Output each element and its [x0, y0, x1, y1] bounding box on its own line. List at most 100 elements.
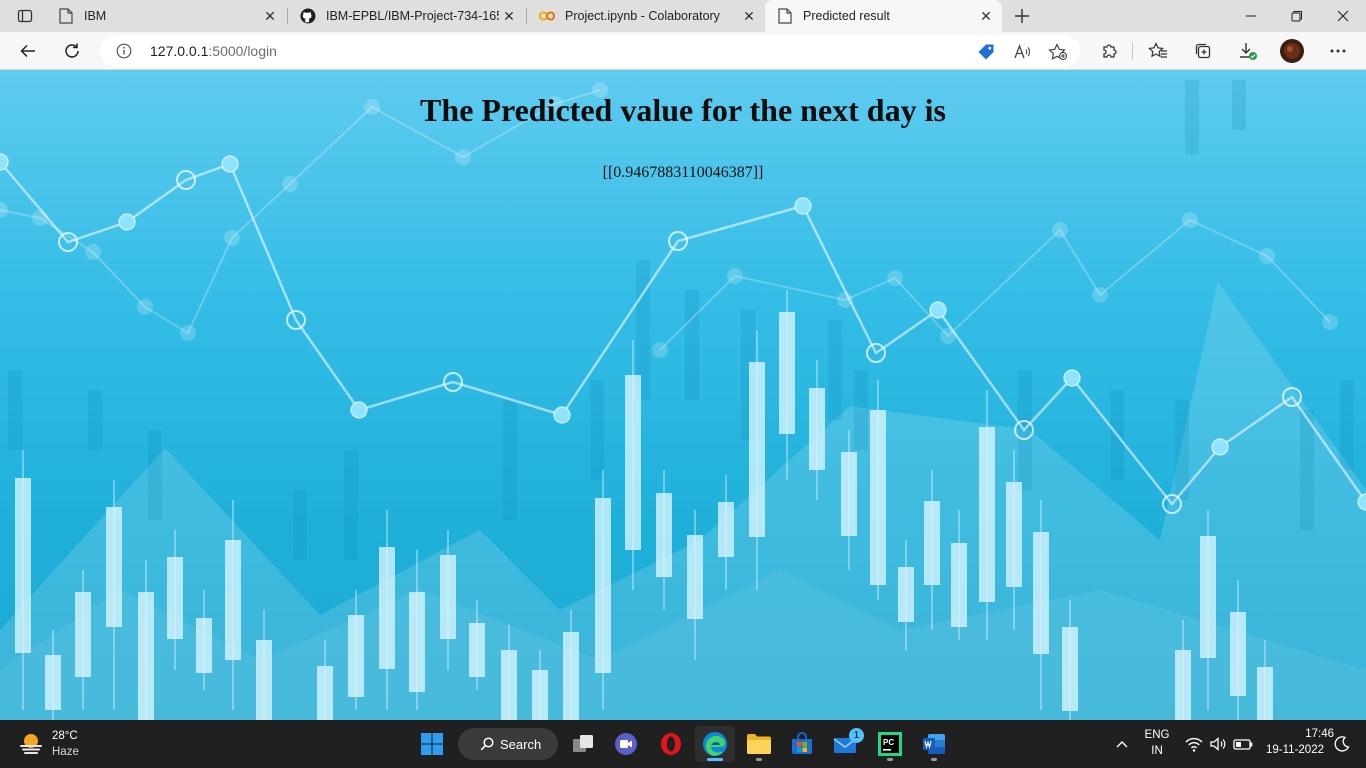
background-candle	[293, 490, 307, 560]
address-bar[interactable]: 127.0.0.1:5000/login	[100, 35, 1080, 67]
background-candle	[685, 290, 699, 400]
line-node	[1259, 248, 1275, 264]
show-hidden-icons-chevron[interactable]	[1112, 734, 1132, 754]
tab-colab[interactable]: Project.ipynb - Colaboratory ✕	[527, 0, 765, 32]
background-candle	[8, 370, 22, 450]
clock-time[interactable]: 17:46	[1262, 728, 1334, 740]
line-node	[1182, 212, 1198, 228]
background-line-chart	[0, 82, 1366, 514]
background-candle	[503, 400, 517, 520]
extensions-icon[interactable]	[1094, 36, 1124, 66]
add-favorite-icon[interactable]	[1047, 41, 1069, 63]
task-view-icon	[573, 735, 593, 752]
taskbar-word[interactable]	[914, 726, 954, 762]
line-node	[887, 270, 903, 286]
tab-title: Predicted result	[803, 9, 890, 23]
line-node	[137, 299, 153, 315]
favorites-icon[interactable]	[1143, 36, 1173, 66]
navigation-bar: 127.0.0.1:5000/login	[0, 32, 1366, 70]
site-info-icon[interactable]	[116, 43, 132, 59]
line-node	[224, 230, 240, 246]
weather-widget[interactable]: 28°C Haze	[18, 728, 128, 760]
page-icon	[777, 8, 793, 24]
tab-ibm[interactable]: IBM ✕	[46, 0, 286, 32]
line-node	[455, 149, 471, 165]
taskbar-store[interactable]	[782, 726, 822, 762]
taskbar-search[interactable]: Search	[458, 728, 558, 760]
url-text: 127.0.0.1:5000/login	[150, 43, 277, 59]
language-region[interactable]: IN	[1138, 745, 1176, 757]
page-title: The Predicted value for the next day is	[420, 92, 946, 128]
taskbar-edge[interactable]	[695, 726, 735, 762]
background-candle	[344, 450, 358, 560]
line-node	[837, 292, 853, 308]
sun-haze-icon	[20, 734, 42, 754]
store-icon	[792, 732, 812, 754]
new-tab-button[interactable]	[1007, 4, 1037, 28]
profile-avatar[interactable]	[1277, 36, 1307, 66]
candlestick	[870, 380, 886, 600]
line-node	[350, 401, 368, 419]
start-button[interactable]	[412, 726, 452, 762]
battery-icon[interactable]	[1232, 734, 1254, 754]
toolbar-divider	[1132, 42, 1133, 60]
downloads-icon[interactable]	[1233, 36, 1263, 66]
weather-condition: Haze	[52, 746, 79, 758]
svg-text:PC: PC	[883, 738, 894, 747]
tab-close-icon[interactable]: ✕	[976, 6, 996, 26]
tab-close-icon[interactable]: ✕	[499, 6, 519, 26]
background-candle	[854, 370, 868, 450]
taskbar-opera[interactable]	[651, 726, 691, 762]
taskbar-mail[interactable]: 1	[826, 726, 866, 762]
line-node	[1211, 438, 1229, 456]
pycharm-icon: PC	[878, 732, 902, 756]
taskbar-meet-app[interactable]	[606, 726, 646, 762]
candlestick	[779, 290, 795, 480]
url-host: 127.0.0.1	[150, 43, 209, 59]
refresh-button[interactable]	[57, 36, 87, 66]
tab-predicted-result[interactable]: Predicted result ✕	[765, 0, 1002, 32]
taskbar-pycharm[interactable]: PC	[870, 726, 910, 762]
search-label: Search	[500, 736, 542, 752]
line-node	[32, 210, 48, 226]
language-code[interactable]: ENG	[1138, 729, 1176, 741]
running-indicator	[887, 758, 893, 761]
background-candle	[148, 430, 162, 520]
windows-logo-icon	[421, 733, 443, 755]
opera-icon	[661, 733, 681, 755]
tab-title: IBM-EPBL/IBM-Project-734-1658	[326, 9, 499, 23]
page-icon	[58, 8, 74, 24]
line-node	[794, 197, 812, 215]
restore-button[interactable]	[1274, 0, 1320, 32]
candlestick	[625, 340, 641, 590]
read-aloud-icon[interactable]	[1011, 41, 1033, 63]
tab-close-icon[interactable]: ✕	[739, 6, 759, 26]
minimize-button[interactable]	[1228, 0, 1274, 32]
prediction-value: [[0.9467883110046387]]	[602, 164, 764, 181]
running-indicator	[931, 758, 937, 761]
tab-title: Project.ipynb - Colaboratory	[565, 9, 720, 23]
line-node	[553, 406, 571, 424]
notifications-icon[interactable]	[1332, 734, 1352, 754]
more-options-icon[interactable]	[1323, 36, 1353, 66]
github-icon	[300, 8, 316, 24]
shopping-tag-icon[interactable]	[975, 41, 997, 63]
line-node	[929, 301, 947, 319]
close-window-button[interactable]	[1320, 0, 1366, 32]
video-chat-icon	[615, 733, 637, 755]
tab-github[interactable]: IBM-EPBL/IBM-Project-734-1658 ✕	[288, 0, 525, 32]
tab-actions-icon[interactable]	[10, 4, 40, 28]
clock-date[interactable]: 19-11-2022	[1262, 744, 1324, 756]
line-node	[1092, 287, 1108, 303]
folder-icon	[747, 734, 771, 754]
back-button[interactable]	[13, 36, 43, 66]
tab-close-icon[interactable]: ✕	[260, 6, 280, 26]
volume-icon[interactable]	[1208, 734, 1228, 754]
wifi-icon[interactable]	[1184, 734, 1204, 754]
word-icon	[923, 734, 945, 754]
taskbar-file-explorer[interactable]	[739, 726, 779, 762]
collections-icon[interactable]	[1188, 36, 1218, 66]
task-view-button[interactable]	[563, 726, 603, 762]
running-indicator	[756, 758, 762, 761]
edge-icon	[703, 732, 727, 756]
